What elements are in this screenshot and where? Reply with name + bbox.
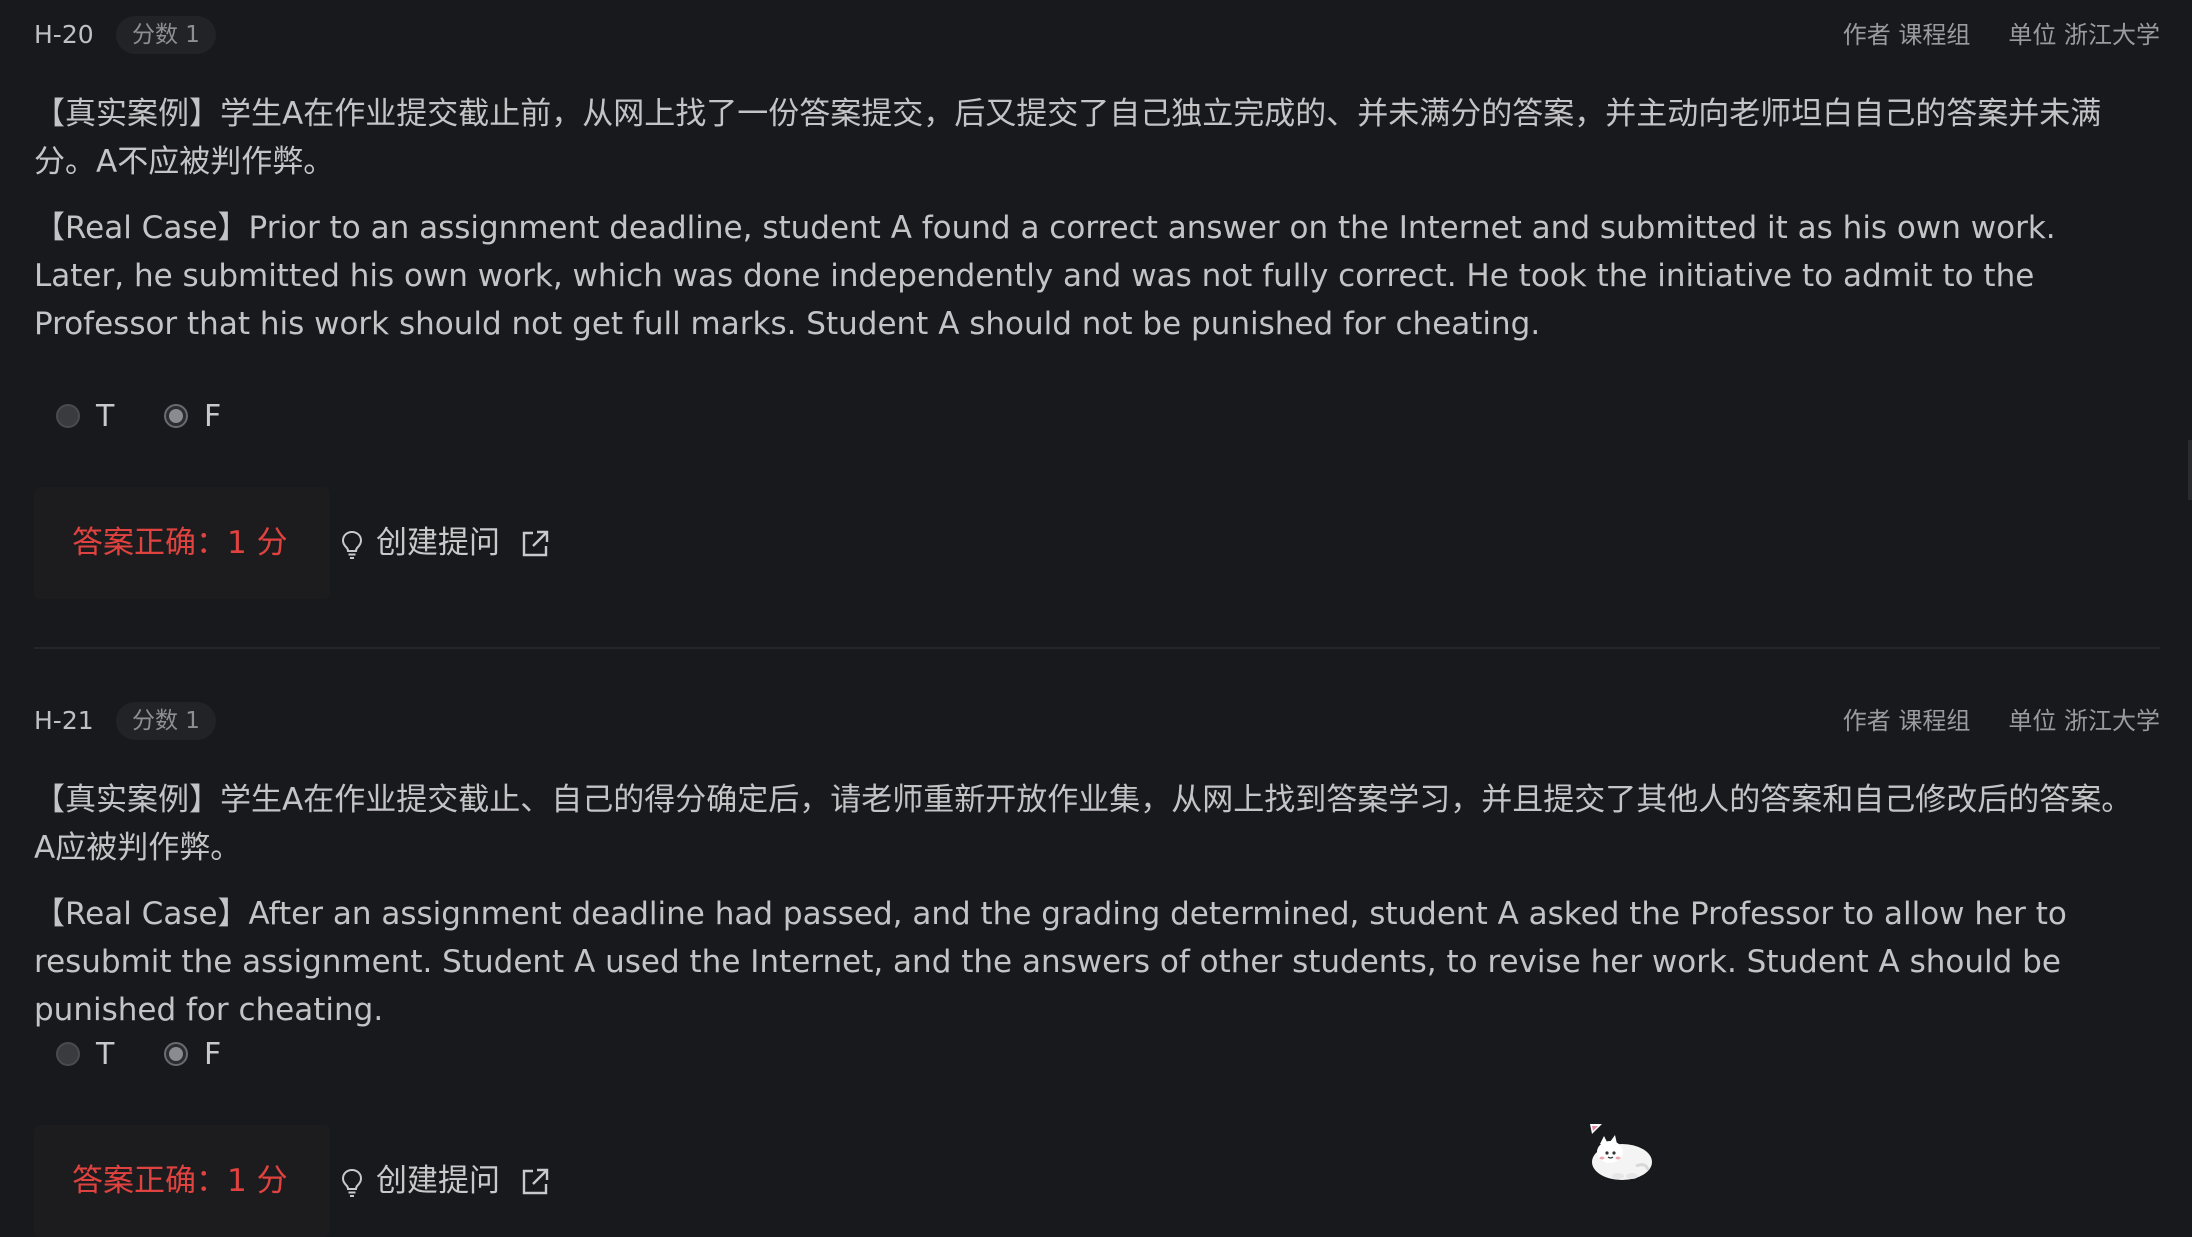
cat-mascot-icon[interactable]	[1588, 1118, 1656, 1184]
author-label: 作者 课程组	[1842, 21, 1971, 49]
problem-meta: 作者 课程组 单位 浙江大学	[1843, 18, 2160, 52]
problem-id: H-20	[34, 20, 94, 49]
radio-f-selected[interactable]	[164, 1042, 188, 1066]
problem-card-h21: H-21 分数 1 作者 课程组 单位 浙江大学 【真实案例】学生A在作业提交截止…	[34, 686, 2160, 1237]
score-badge: 分数 1	[116, 16, 216, 54]
problem-header: H-20 分数 1 作者 课程组 单位 浙江大学	[34, 16, 2160, 54]
problem-divider	[34, 647, 2160, 649]
verdict-text: 答案正确：1 分	[72, 1163, 288, 1199]
verdict-text: 答案正确：1 分	[72, 525, 288, 561]
verdict-panel: 答案正确：1 分	[34, 1125, 330, 1237]
question-text-zh: 【真实案例】学生A在作业提交截止、自己的得分确定后，请老师重新开放作业集，从网上…	[34, 782, 2133, 866]
score-badge: 分数 1	[116, 702, 216, 740]
option-f-label: F	[204, 399, 222, 434]
verdict-panel: 答案正确：1 分	[34, 487, 330, 599]
lightbulb-icon	[341, 530, 363, 559]
problem-header: H-21 分数 1 作者 课程组 单位 浙江大学	[34, 702, 2160, 740]
problem-id: H-21	[34, 706, 94, 735]
create-question-label: 创建提问	[376, 1163, 500, 1199]
result-row: 答案正确：1 分 创建提问	[34, 487, 634, 599]
author-label: 作者 课程组	[1842, 707, 1971, 735]
create-question-label: 创建提问	[376, 525, 500, 561]
unit-label: 单位 浙江大学	[2008, 707, 2160, 735]
radio-f-selected[interactable]	[164, 404, 188, 428]
problem-meta: 作者 课程组 单位 浙江大学	[1843, 704, 2160, 738]
radio-t[interactable]	[56, 404, 80, 428]
lightbulb-icon	[341, 1168, 363, 1197]
result-row: 答案正确：1 分 创建提问	[34, 1125, 634, 1237]
option-f-label: F	[204, 1037, 222, 1072]
question-text-en: 【Real Case】Prior to an assignment deadli…	[34, 210, 2056, 342]
radio-t[interactable]	[56, 1042, 80, 1066]
question-text-zh: 【真实案例】学生A在作业提交截止前，从网上找了一份答案提交，后又提交了自己独立完…	[34, 96, 2102, 180]
option-t-label: T	[96, 399, 115, 434]
scrollbar-hint[interactable]	[2188, 440, 2192, 500]
option-t-label: T	[96, 1037, 115, 1072]
external-link-icon	[522, 1168, 549, 1195]
unit-label: 单位 浙江大学	[2008, 21, 2160, 49]
problem-card-h20: H-20 分数 1 作者 课程组 单位 浙江大学 【真实案例】学生A在作业提交截止…	[34, 0, 2160, 650]
external-link-icon	[522, 530, 549, 557]
question-text-en: 【Real Case】After an assignment deadline …	[34, 896, 2067, 1028]
